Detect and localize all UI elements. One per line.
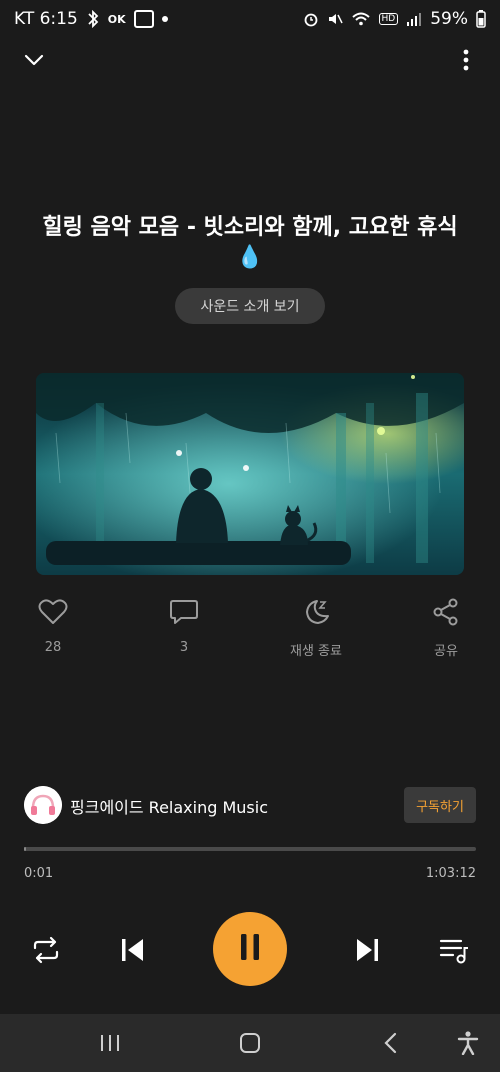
sleep-timer-icon <box>301 598 331 630</box>
pause-button[interactable] <box>213 912 287 986</box>
battery-icon <box>476 10 486 28</box>
channel-row: 핑크에이드 Relaxing Music 구독하기 <box>24 786 476 824</box>
chevron-down-icon[interactable] <box>20 46 48 74</box>
system-nav-bar <box>0 1014 500 1072</box>
skip-previous-icon[interactable] <box>114 932 150 968</box>
comment-icon <box>169 598 199 630</box>
home-icon[interactable] <box>235 1028 265 1058</box>
comment-count: 3 <box>179 640 189 655</box>
mute-icon <box>327 11 343 27</box>
like-button[interactable]: 28 <box>8 598 98 655</box>
rainy-forest-artwork <box>36 373 464 575</box>
wifi-icon <box>351 11 371 27</box>
channel-avatar[interactable] <box>24 786 62 824</box>
track-title: 힐링 음악 모음 - 빗소리와 함께, 고요한 휴식 💧 <box>42 215 458 270</box>
action-row: 28 3 재생 종료 공유 <box>0 598 500 659</box>
accessibility-icon[interactable] <box>453 1028 483 1058</box>
share-icon <box>431 598 461 630</box>
share-label: 공유 <box>434 644 458 659</box>
bluetooth-icon <box>86 10 100 28</box>
sleep-timer-button[interactable]: 재생 종료 <box>271 598 361 659</box>
progress-bar[interactable] <box>24 847 476 851</box>
carrier-time: KT 6:15 <box>14 9 78 29</box>
share-button[interactable]: 공유 <box>401 598 491 659</box>
pause-icon <box>239 933 261 965</box>
repeat-icon[interactable] <box>28 932 64 968</box>
sleep-timer-label: 재생 종료 <box>290 644 342 659</box>
alarm-icon <box>303 11 319 27</box>
more-vertical-icon[interactable] <box>452 46 480 74</box>
signal-icon <box>406 11 422 27</box>
hd-icon: HD <box>378 13 399 25</box>
total-time: 1:03:12 <box>425 866 476 881</box>
like-count: 28 <box>44 640 62 655</box>
back-icon[interactable] <box>375 1028 405 1058</box>
sound-intro-button[interactable]: 사운드 소개 보기 <box>175 288 325 324</box>
progress-fill <box>24 847 26 851</box>
comment-button[interactable]: 3 <box>139 598 229 655</box>
subscribe-button[interactable]: 구독하기 <box>404 787 476 823</box>
bank-app-icon <box>133 10 154 28</box>
recent-apps-icon[interactable] <box>95 1028 125 1058</box>
current-time: 0:01 <box>24 866 54 881</box>
channel-name[interactable]: 핑크에이드 Relaxing Music <box>70 794 268 818</box>
battery-level: 59% <box>430 9 468 29</box>
ok-icon: OK <box>107 12 126 26</box>
heart-icon <box>38 598 68 630</box>
skip-next-icon[interactable] <box>350 932 386 968</box>
dot-icon <box>161 16 168 22</box>
top-bar <box>0 40 500 80</box>
playlist-icon[interactable] <box>436 932 472 968</box>
playback-controls <box>0 912 500 986</box>
status-bar: KT 6:15 OK HD 59% <box>0 0 500 38</box>
